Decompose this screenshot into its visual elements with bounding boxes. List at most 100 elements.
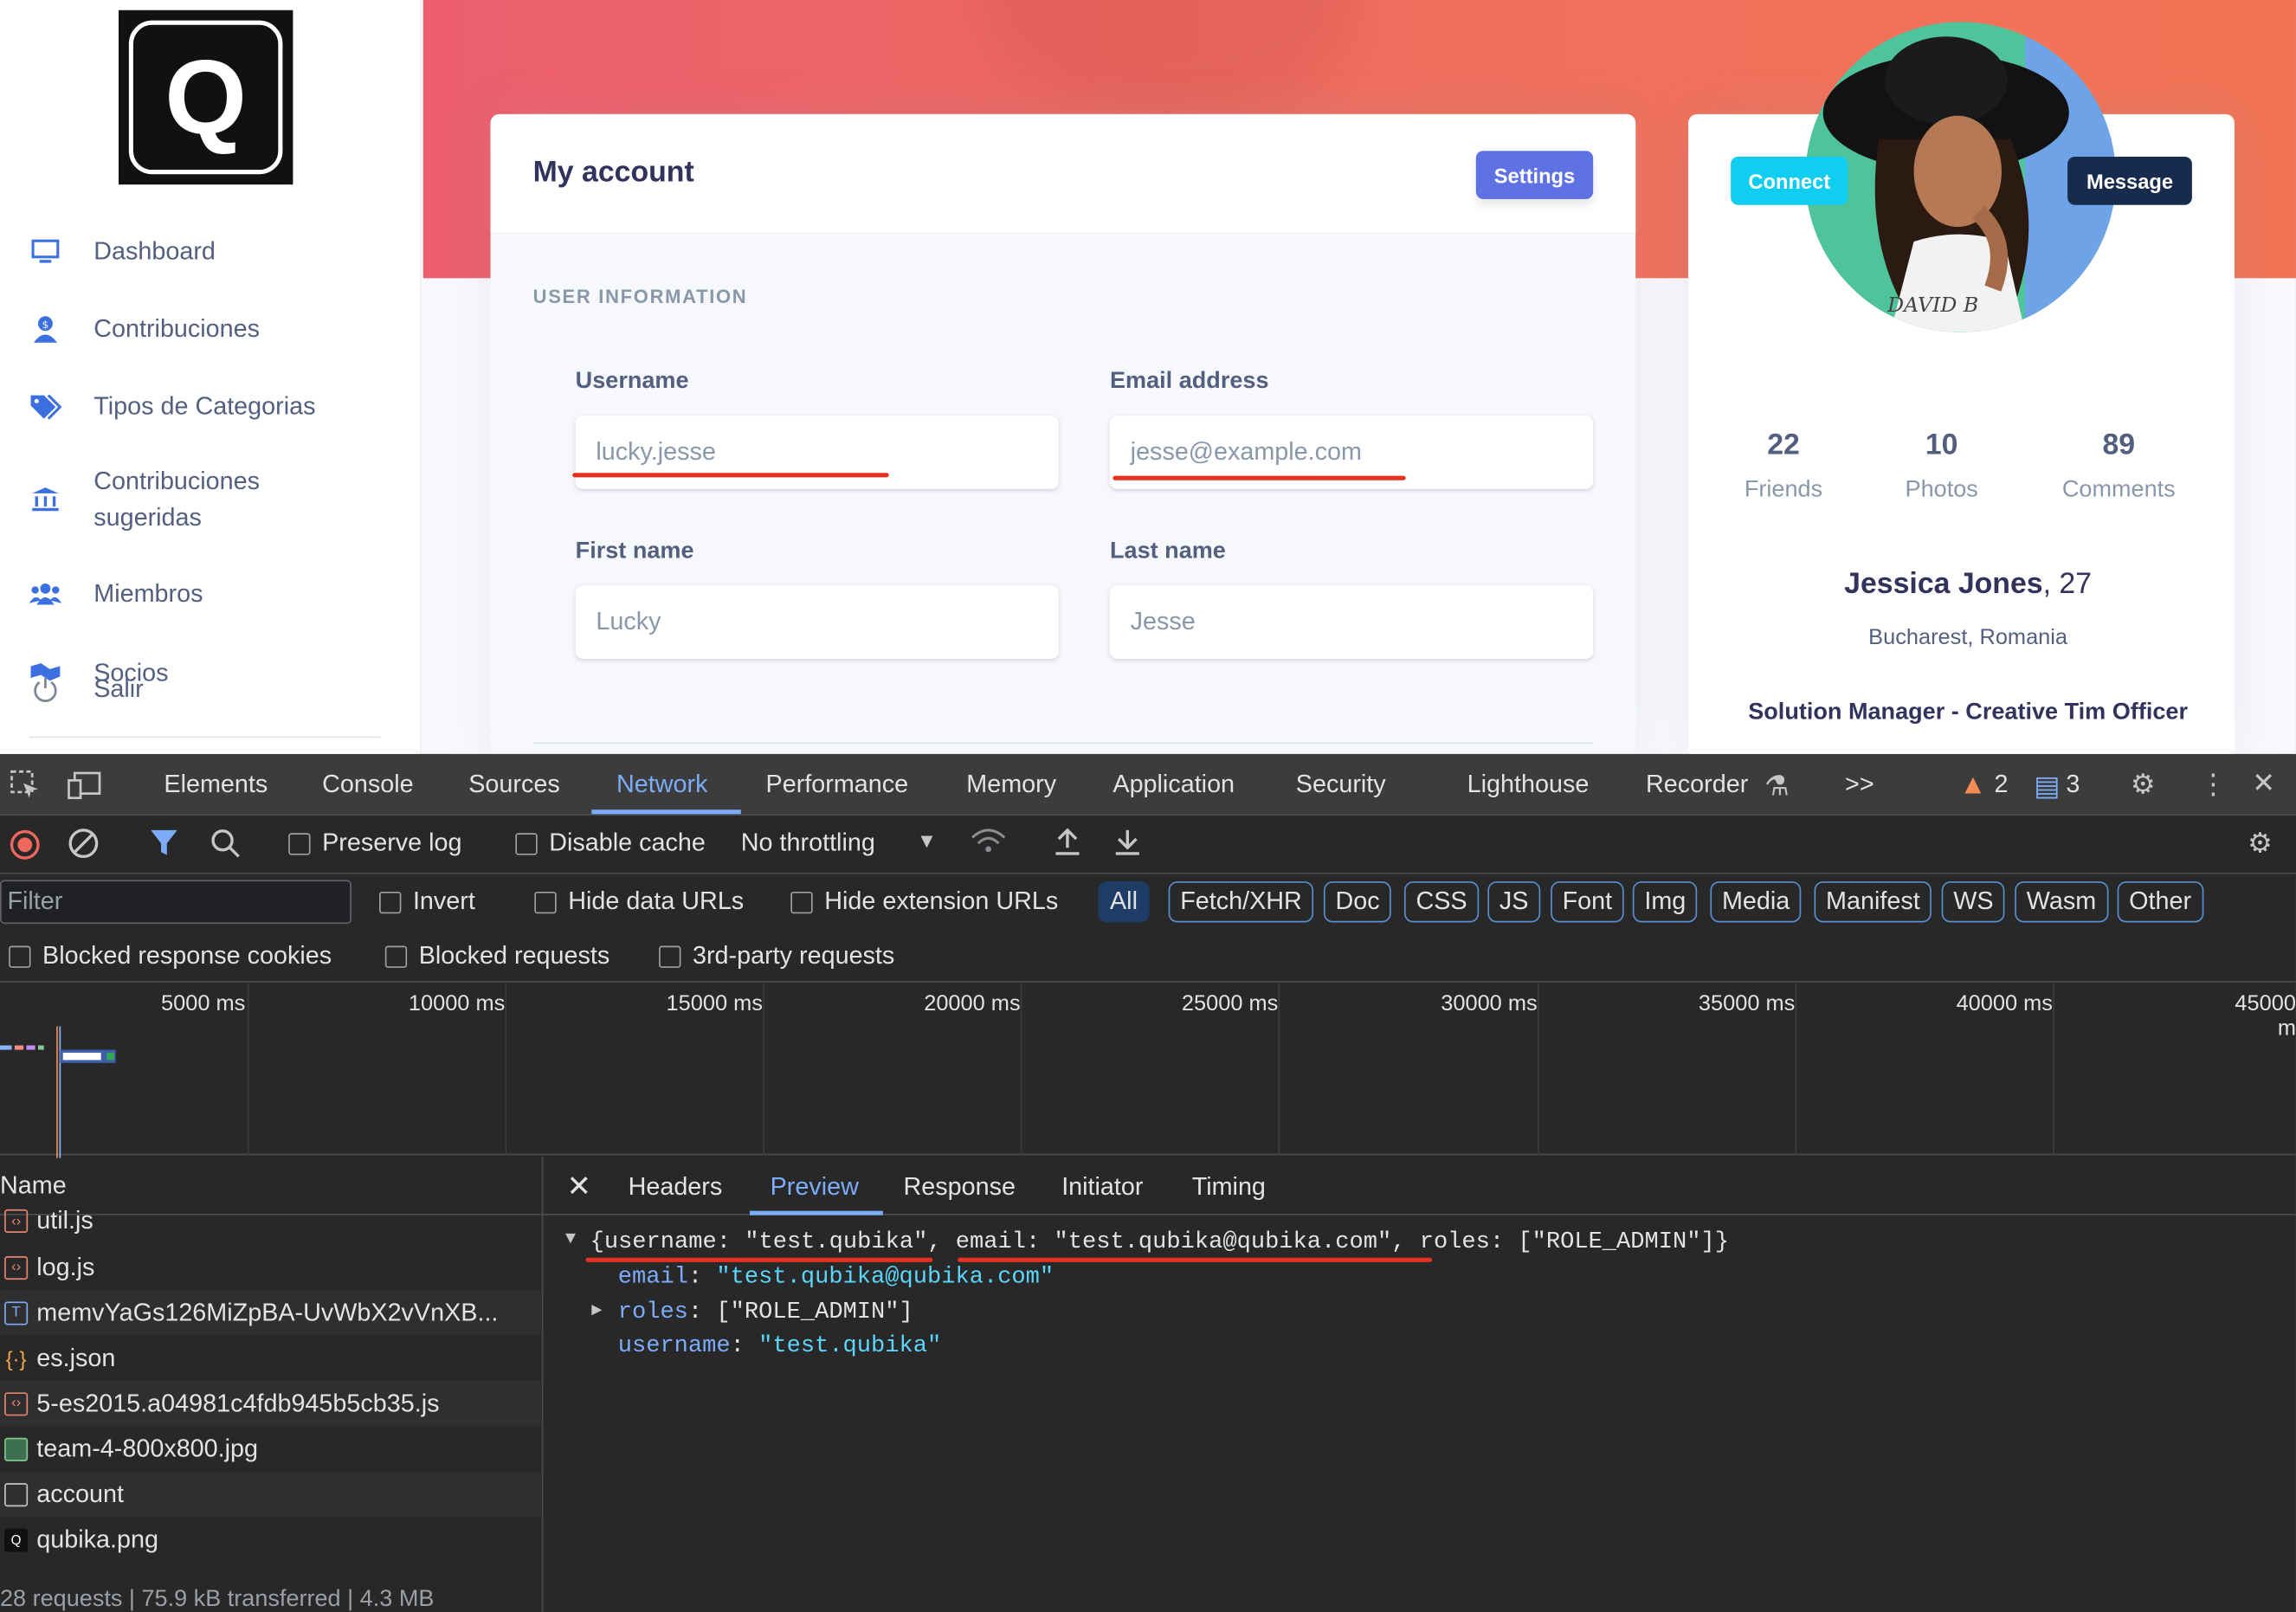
warnings-count[interactable]: 2 <box>1995 771 2009 800</box>
tab-preview[interactable]: Preview <box>771 1173 859 1203</box>
disable-cache-checkbox[interactable]: Disable cache <box>515 829 706 858</box>
checkbox-box[interactable] <box>9 945 31 968</box>
message-button[interactable]: Message <box>2067 156 2192 205</box>
filter-input[interactable]: Filter <box>0 880 351 925</box>
sidebar-item-contribuciones-sugeridas[interactable]: Contribuciones sugeridas <box>29 462 299 536</box>
throttling-select[interactable]: No throttling <box>741 829 875 858</box>
last-name-field[interactable]: Jesse <box>1110 585 1594 660</box>
type-filter-img[interactable]: Img <box>1632 881 1698 923</box>
tab-initiator[interactable]: Initiator <box>1061 1173 1143 1203</box>
request-row[interactable]: TmemvYaGs126MiZpBA-UvWbX2vVnXB... <box>0 1289 542 1336</box>
request-row[interactable]: ‹› 5-es2015.a04981c4fdb945b5cb35.js <box>0 1380 542 1427</box>
hide-data-urls-checkbox[interactable]: Hide data URLs <box>534 887 744 917</box>
tab-timing[interactable]: Timing <box>1192 1173 1266 1203</box>
type-filter-media[interactable]: Media <box>1710 881 1802 923</box>
preserve-log-checkbox[interactable]: Preserve log <box>288 829 461 858</box>
device-toolbar-icon[interactable] <box>68 769 103 809</box>
search-icon[interactable] <box>210 828 242 868</box>
request-row[interactable]: team-4-800x800.jpg <box>0 1426 542 1471</box>
type-filter-all[interactable]: All <box>1098 881 1150 923</box>
blocked-filters-row: Blocked response cookies Blocked request… <box>0 930 2296 983</box>
annotation-underline <box>572 473 889 478</box>
tab-performance[interactable]: Performance <box>766 771 909 800</box>
preview-username-row[interactable]: username: "test.qubika" <box>618 1332 942 1358</box>
filter-icon[interactable] <box>150 828 179 868</box>
type-filter-font[interactable]: Font <box>1551 881 1624 923</box>
type-filter-doc[interactable]: Doc <box>1323 881 1392 923</box>
tab-network[interactable]: Network <box>616 771 707 800</box>
preview-email-row[interactable]: email: "test.qubika@qubika.com" <box>618 1264 1054 1290</box>
network-conditions-icon[interactable] <box>970 826 1008 867</box>
first-name-field[interactable]: Lucky <box>575 585 1059 660</box>
first-name-label: First name <box>575 538 694 564</box>
tab-lighthouse[interactable]: Lighthouse <box>1467 771 1590 800</box>
more-tabs-button[interactable]: >> <box>1845 771 1874 800</box>
type-filter-other[interactable]: Other <box>2117 881 2203 923</box>
tab-sources[interactable]: Sources <box>468 771 559 800</box>
type-filter-fetch-xhr[interactable]: Fetch/XHR <box>1168 881 1314 923</box>
sidebar-item-tipos-de-categorias[interactable]: Tipos de Categorias <box>29 388 316 424</box>
timeline-tick-label: 20000 ms <box>924 990 1021 1016</box>
flask-icon: ⚗ <box>1764 771 1790 803</box>
close-detail-icon[interactable]: ✕ <box>567 1169 591 1205</box>
blocked-response-cookies-checkbox[interactable]: Blocked response cookies <box>9 941 332 970</box>
gear-icon[interactable]: ⚙ <box>2131 769 2156 803</box>
sidebar-item-label: Miembros <box>94 579 203 608</box>
checkbox-box[interactable] <box>790 891 813 913</box>
tab-security[interactable]: Security <box>1296 771 1386 800</box>
expand-triangle-icon[interactable]: ▶ <box>591 1299 602 1321</box>
clear-icon[interactable] <box>68 828 100 868</box>
inspect-element-icon[interactable] <box>9 769 41 809</box>
upload-icon[interactable] <box>1051 826 1083 867</box>
third-party-requests-checkbox[interactable]: 3rd-party requests <box>659 941 894 970</box>
request-row[interactable]: Qqubika.png <box>0 1517 542 1562</box>
messages-count[interactable]: 3 <box>2066 771 2080 800</box>
request-row[interactable]: ‹› util.js <box>0 1207 542 1236</box>
checkbox-box[interactable] <box>515 832 538 854</box>
tab-console[interactable]: Console <box>322 771 413 800</box>
sidebar-item-dashboard[interactable]: Dashboard <box>29 233 216 269</box>
tab-memory[interactable]: Memory <box>966 771 1056 800</box>
sidebar-item-miembros[interactable]: Miembros <box>29 576 203 612</box>
request-row[interactable]: account <box>0 1471 542 1518</box>
tab-elements[interactable]: Elements <box>164 771 268 800</box>
type-filter-css[interactable]: CSS <box>1403 881 1480 923</box>
type-filter-manifest[interactable]: Manifest <box>1814 881 1932 923</box>
blocked-requests-checkbox[interactable]: Blocked requests <box>384 941 609 970</box>
type-filter-js[interactable]: JS <box>1487 881 1540 923</box>
request-row[interactable]: {·} es.json <box>0 1335 542 1380</box>
type-filter-wasm[interactable]: Wasm <box>2015 881 2108 923</box>
chevron-down-icon[interactable]: ▼ <box>917 829 937 852</box>
sidebar-item-salir[interactable]: Salir <box>29 671 144 707</box>
timeline-tick-label: 15000 ms <box>666 990 763 1016</box>
tab-application[interactable]: Application <box>1113 771 1235 800</box>
tab-recorder[interactable]: Recorder <box>1646 771 1748 800</box>
connect-button[interactable]: Connect <box>1731 156 1848 205</box>
preview-roles-row[interactable]: roles: ["ROLE_ADMIN"] <box>618 1299 913 1325</box>
checkbox-box[interactable] <box>379 891 402 913</box>
sidebar-item-contribuciones[interactable]: $ Contribuciones <box>29 311 260 347</box>
tab-response[interactable]: Response <box>904 1173 1016 1203</box>
kebab-menu-icon[interactable]: ⋮ <box>2199 769 2227 803</box>
checkbox-box[interactable] <box>659 945 681 968</box>
expand-triangle-icon[interactable]: ▼ <box>565 1228 576 1249</box>
username-field[interactable]: lucky.jesse <box>575 416 1059 489</box>
hide-extension-urls-checkbox[interactable]: Hide extension URLs <box>790 887 1058 917</box>
checkbox-box[interactable] <box>288 832 311 854</box>
warning-icon[interactable]: ▲ <box>1959 771 1987 803</box>
preview-summary[interactable]: {username: "test.qubika", email: "test.q… <box>590 1228 1729 1254</box>
settings-button[interactable]: Settings <box>1475 151 1594 200</box>
close-icon[interactable]: ✕ <box>2252 767 2275 801</box>
download-icon[interactable] <box>1112 826 1144 867</box>
qubika-logo[interactable]: Q <box>118 10 293 185</box>
network-timeline[interactable]: 5000 ms 10000 ms 15000 ms 20000 ms 25000… <box>0 982 2296 1158</box>
record-stop-icon[interactable] <box>9 829 41 869</box>
network-settings-icon[interactable]: ⚙ <box>2248 828 2273 861</box>
message-icon[interactable]: ▤ <box>2034 771 2060 804</box>
invert-checkbox[interactable]: Invert <box>379 887 475 917</box>
request-row[interactable]: ‹› log.js <box>0 1245 542 1290</box>
checkbox-box[interactable] <box>534 891 557 913</box>
checkbox-box[interactable] <box>384 945 408 968</box>
tab-headers[interactable]: Headers <box>629 1173 723 1203</box>
type-filter-ws[interactable]: WS <box>1941 881 2006 923</box>
